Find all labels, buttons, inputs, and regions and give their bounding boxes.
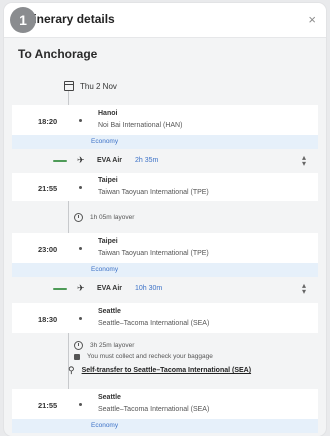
- layover-text: 1h 05m layover: [90, 214, 135, 221]
- airline-row[interactable]: ✈ EVA Air 2h 35m ▴ ▾: [12, 150, 318, 172]
- timeline-dot: [79, 317, 82, 320]
- departure-airport: Seattle–Tacoma International (SEA): [98, 406, 210, 413]
- baggage-text: You must collect and recheck your baggag…: [87, 353, 213, 360]
- timeline-dot: [79, 186, 82, 189]
- panel-header: Itinerary details 1 ×: [4, 3, 326, 38]
- departure-city: Seattle: [98, 394, 121, 401]
- baggage-info: You must collect and recheck your baggag…: [74, 353, 213, 360]
- expand-chevron-icon[interactable]: ▴ ▾: [302, 282, 306, 296]
- cabin-class: Economy: [12, 135, 318, 149]
- arrival-city: Taipei: [98, 177, 118, 184]
- cabin-label: Economy: [91, 138, 119, 145]
- airline-logo: [53, 160, 67, 162]
- airline-row[interactable]: ✈ EVA Air 10h 30m ▴ ▾: [12, 278, 318, 300]
- departure-airport: Noi Bai International (HAN): [98, 122, 183, 129]
- expand-chevron-icon[interactable]: ▴ ▾: [302, 154, 306, 168]
- itinerary-panel: Itinerary details 1 × To Anchorage Thu 2…: [4, 3, 326, 436]
- timeline-dot: [79, 403, 82, 406]
- timeline-line: [68, 197, 69, 233]
- cabin-class: Economy: [12, 419, 318, 433]
- cabin-class: Economy: [12, 263, 318, 277]
- clock-icon: [74, 341, 83, 350]
- cabin-label: Economy: [91, 266, 119, 273]
- timeline-line: [68, 333, 69, 389]
- layover-info: 3h 25m layover: [74, 341, 134, 350]
- airline-name: EVA Air: [97, 157, 123, 164]
- flight-duration: 10h 30m: [135, 285, 163, 292]
- date-row: Thu 2 Nov: [64, 81, 117, 91]
- arrival-city: Seattle: [98, 308, 121, 315]
- travel-date: Thu 2 Nov: [80, 81, 117, 91]
- flight-duration: 2h 35m: [135, 157, 159, 164]
- segment-departure: 18:20 Hanoi Noi Bai International (HAN): [12, 105, 318, 135]
- close-icon[interactable]: ×: [308, 12, 316, 27]
- arrival-time: 18:30: [38, 315, 58, 324]
- plane-icon: ✈: [77, 155, 85, 165]
- departure-city: Hanoi: [98, 110, 118, 117]
- departure-time: 21:55: [38, 401, 58, 410]
- arrival-airport: Seattle–Tacoma International (SEA): [98, 320, 210, 327]
- airline-logo: [53, 288, 67, 290]
- timeline-dot: [79, 247, 82, 250]
- plane-icon: ✈: [77, 283, 85, 293]
- segment-arrival: 18:30 Seattle Seattle–Tacoma Internation…: [12, 303, 318, 333]
- layover-text: 3h 25m layover: [90, 342, 135, 349]
- self-transfer-link[interactable]: Self-transfer to Seattle–Tacoma Internat…: [82, 367, 251, 374]
- walking-icon: ⚲: [68, 365, 75, 375]
- cabin-label: Economy: [91, 422, 119, 429]
- calendar-icon: [64, 81, 74, 91]
- timeline-dot: [79, 119, 82, 122]
- segment-departure: 21:55 Seattle Seattle–Tacoma Internation…: [12, 389, 318, 419]
- clock-icon: [74, 213, 83, 222]
- panel-title: Itinerary details: [26, 12, 115, 26]
- self-transfer-row: ⚲ Self-transfer to Seattle–Tacoma Intern…: [68, 365, 251, 376]
- segment-departure: 23:00 Taipei Taiwan Taoyuan Internationa…: [12, 233, 318, 263]
- departure-city: Taipei: [98, 238, 118, 245]
- departure-airport: Taiwan Taoyuan International (TPE): [98, 250, 209, 257]
- step-indicator: 1: [10, 7, 36, 33]
- segment-arrival: 21:55 Taipei Taiwan Taoyuan Internationa…: [12, 173, 318, 201]
- baggage-icon: [74, 353, 80, 360]
- destination-title: To Anchorage: [18, 47, 98, 61]
- airline-name: EVA Air: [97, 285, 123, 292]
- departure-time: 23:00: [38, 245, 58, 254]
- timeline-line: [68, 91, 69, 105]
- layover-info: 1h 05m layover: [74, 213, 134, 222]
- arrival-time: 21:55: [38, 184, 58, 193]
- departure-time: 18:20: [38, 117, 58, 126]
- arrival-airport: Taiwan Taoyuan International (TPE): [98, 189, 209, 196]
